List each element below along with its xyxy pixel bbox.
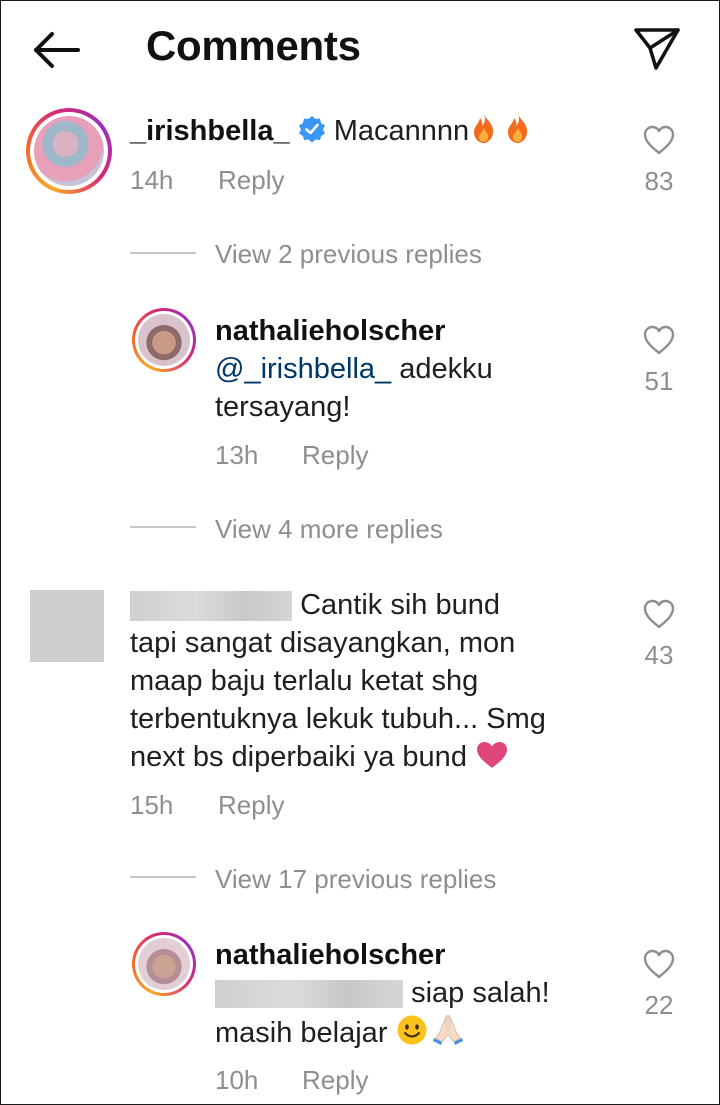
- page-title: Comments: [146, 22, 361, 69]
- divider-line: [130, 252, 196, 254]
- avatar-photo: [138, 938, 190, 990]
- comment-body: adekku: [391, 353, 493, 385]
- comment-body: tersayang!: [215, 391, 351, 423]
- smile-emoji-icon: [396, 1014, 428, 1056]
- heart-emoji-icon: [475, 740, 509, 780]
- like-count: 51: [644, 366, 674, 396]
- reply-button[interactable]: Reply: [302, 440, 368, 471]
- comment-text: nathalieholscher siap salah! masih belaj…: [215, 936, 550, 1056]
- comment-time: 14h: [130, 165, 174, 195]
- comment-body: Macannnn: [333, 115, 470, 147]
- avatar-photo: [138, 314, 190, 366]
- mention-link[interactable]: @_irishbella_: [215, 353, 391, 385]
- reply-button[interactable]: Reply: [302, 1065, 368, 1096]
- avatar-redacted: [30, 590, 104, 662]
- like-count: 83: [644, 166, 674, 196]
- like-heart-icon[interactable]: [642, 324, 676, 356]
- folded-hands-emoji-icon: [430, 1012, 466, 1056]
- mention-redacted: [215, 980, 403, 1009]
- comment-text: nathalieholscher @_irishbella_ adekku te…: [215, 312, 493, 426]
- comment-username[interactable]: nathalieholscher: [215, 936, 550, 974]
- username-redacted: [130, 591, 292, 622]
- avatar[interactable]: [26, 108, 112, 194]
- comment-body: siap salah!: [411, 977, 550, 1009]
- comment-body: Cantik sih bund: [300, 589, 500, 621]
- comment-body: next bs diperbaiki ya bund: [130, 741, 467, 773]
- view-replies-link[interactable]: View 4 more replies: [215, 514, 443, 545]
- comment-username[interactable]: _irishbella_: [130, 115, 290, 147]
- comment-time: 13h: [215, 440, 259, 470]
- fire-emoji-icon: [469, 112, 499, 154]
- send-icon[interactable]: [628, 22, 684, 74]
- avatar[interactable]: [132, 308, 196, 372]
- divider-line: [130, 526, 196, 528]
- header-bar: Comments: [0, 0, 720, 98]
- like-heart-icon[interactable]: [642, 124, 676, 156]
- view-replies-link[interactable]: View 2 previous replies: [215, 239, 482, 270]
- comment-text: _irishbella_ Macannnn: [130, 112, 533, 154]
- like-count: 43: [644, 640, 674, 670]
- like-heart-icon[interactable]: [642, 598, 676, 630]
- comment-time: 15h: [130, 790, 174, 820]
- comment-time: 10h: [215, 1065, 259, 1095]
- comment-body: terbentuknya lekuk tubuh... Smg: [130, 703, 546, 735]
- reply-button[interactable]: Reply: [218, 790, 284, 821]
- comment-username[interactable]: nathalieholscher: [215, 312, 493, 350]
- comment-body: maap baju terlalu ketat shg: [130, 665, 479, 697]
- view-replies-link[interactable]: View 17 previous replies: [215, 864, 496, 895]
- like-count: 22: [644, 990, 674, 1020]
- comment-body: masih belajar: [215, 1017, 388, 1049]
- fire-emoji-icon: [503, 112, 533, 154]
- verified-badge-icon: [298, 115, 326, 143]
- like-heart-icon[interactable]: [642, 948, 676, 980]
- avatar-photo: [34, 116, 104, 186]
- comment-text: Cantik sih bund tapi sangat disayangkan,…: [130, 586, 546, 780]
- reply-button[interactable]: Reply: [218, 165, 284, 196]
- back-arrow-icon[interactable]: [28, 24, 84, 76]
- divider-line: [130, 876, 196, 878]
- avatar[interactable]: [132, 932, 196, 996]
- comment-body: tapi sangat disayangkan, mon: [130, 627, 516, 659]
